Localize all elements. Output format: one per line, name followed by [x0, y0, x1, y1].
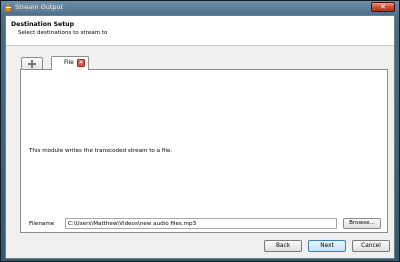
- filename-label: Filename: [29, 221, 55, 227]
- add-destination-tab[interactable]: [21, 57, 43, 69]
- page-subtitle: Select destinations to stream to: [18, 30, 108, 36]
- vlc-cone-icon: [4, 3, 13, 12]
- window-close-button[interactable]: ✕: [371, 2, 395, 12]
- module-description: This module writes the transcoded stream…: [29, 148, 173, 154]
- browse-button[interactable]: Browse...: [343, 218, 381, 229]
- file-module-panel: This module writes the transcoded stream…: [20, 69, 388, 233]
- filename-input[interactable]: [65, 218, 337, 229]
- close-icon[interactable]: ✕: [77, 59, 85, 67]
- back-button[interactable]: Back: [264, 240, 302, 252]
- cancel-button[interactable]: Cancel: [352, 240, 390, 252]
- wizard-header: Destination Setup Select destinations to…: [6, 16, 394, 46]
- page-title: Destination Setup: [11, 21, 75, 28]
- stream-output-window: Stream Output ✕ Destination Setup Select…: [0, 0, 400, 262]
- tab-file-label: File: [64, 60, 74, 66]
- tab-file[interactable]: File ✕: [51, 56, 89, 70]
- window-title: Stream Output: [15, 3, 64, 11]
- next-button[interactable]: Next: [308, 240, 346, 252]
- dialog-client-area: Destination Setup Select destinations to…: [5, 15, 395, 259]
- title-bar[interactable]: Stream Output ✕: [1, 1, 399, 14]
